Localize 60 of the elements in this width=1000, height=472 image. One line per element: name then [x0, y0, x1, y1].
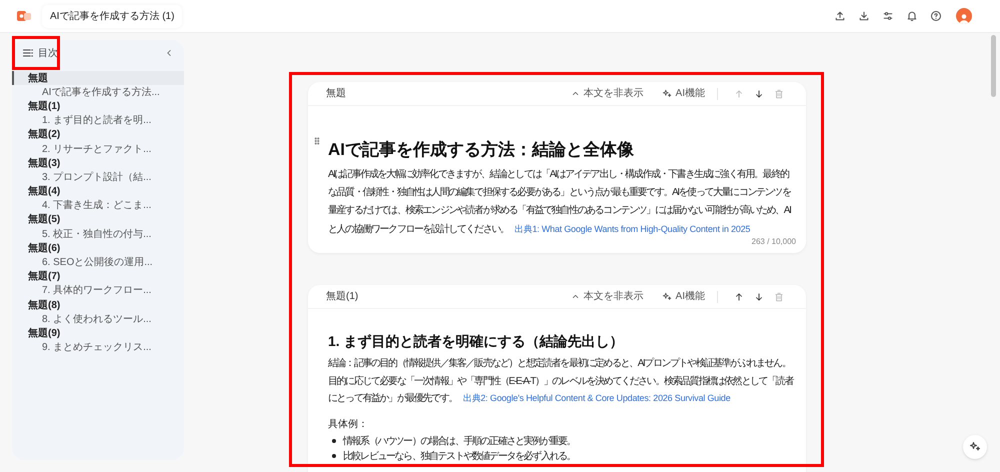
- list-item: 情報系（ハウツー）の場合は、手順の正確さと実例が重要。: [343, 434, 576, 448]
- list-icon: [22, 47, 34, 59]
- list-item: 比較レビューなら、独自テストや数値データを必ず入れる。: [343, 450, 576, 464]
- toc-item[interactable]: 無題(5): [12, 212, 184, 228]
- upload-icon[interactable]: [834, 10, 846, 22]
- toc-item[interactable]: 無題(9): [12, 326, 184, 341]
- section-name: 無題: [326, 87, 346, 101]
- toc-subitem[interactable]: 5. 校正・独自性の付与...: [12, 227, 184, 242]
- toc-subitem[interactable]: 3. プロンプト設計（結...: [12, 170, 184, 184]
- paragraph: AIは記事作成を大幅に効率化できますが、結論としては「AIはアイデア出し・構成作成・下書き生成に強く有用。最終的な品質・信頼性・独自性は人間の編集で担保する必要がある」という点が最も重要です。AIを使って大量にコンテンツを量産するだけでは、検索エンジンや読者が求める「有益で独自性のあるコンテンツ」には届かない可能性が高いため、AIと人の協働ワークフローを設計してください。 出典1: What Google Wants from High-Quality Content in 2025: [328, 168, 792, 237]
- toc-item[interactable]: 無題: [12, 71, 184, 86]
- toc-subitem[interactable]: 7. 具体的ワークフロー...: [12, 284, 184, 298]
- arrow-down-icon[interactable]: [754, 88, 764, 98]
- toc-subitem[interactable]: 6. SEOと公開後の運用...: [12, 255, 184, 270]
- toc-item[interactable]: 無題(3): [12, 156, 184, 170]
- paragraph: 具体例：: [328, 418, 369, 432]
- toc-item[interactable]: 無題(8): [12, 298, 184, 312]
- sparkle-icon: [662, 88, 672, 98]
- source-link[interactable]: 出典1: What Google Wants from High-Quality Content in 2025: [514, 224, 750, 234]
- sparkle-icon: [969, 441, 981, 453]
- bullet-icon: [332, 439, 336, 443]
- arrow-up-icon[interactable]: [734, 292, 744, 302]
- section-name: 無題(1): [326, 290, 358, 304]
- caret-up-icon: [570, 89, 580, 98]
- ai-button[interactable]: AI機能: [662, 289, 705, 304]
- document-title[interactable]: AIで記事を作成する方法 (1): [42, 4, 182, 28]
- toc-item[interactable]: 無題(7): [12, 270, 184, 284]
- download-icon[interactable]: [858, 10, 870, 22]
- avatar[interactable]: [956, 8, 972, 24]
- toc-subitem[interactable]: 2. リサーチとファクト...: [12, 142, 184, 156]
- drag-handle-icon[interactable]: [312, 136, 322, 146]
- hide-body-button[interactable]: 本文を非表示: [570, 289, 644, 304]
- section-heading: AIで記事を作成する方法：結論と全体像: [328, 139, 635, 161]
- sliders-icon[interactable]: [882, 10, 894, 22]
- caret-up-icon: [570, 292, 580, 301]
- ai-button[interactable]: AI機能: [662, 86, 705, 101]
- app-logo-icon: [16, 8, 32, 24]
- toc-item[interactable]: 無題(2): [12, 128, 184, 142]
- source-link[interactable]: 出典2: Google's Helpful Content & Core Updates: 2026 Survival Guide: [463, 393, 730, 403]
- toc-item[interactable]: 無題(1): [12, 99, 184, 114]
- bell-icon[interactable]: [906, 10, 918, 22]
- help-icon[interactable]: [930, 10, 942, 22]
- toc-item[interactable]: 無題(6): [12, 241, 184, 256]
- floating-ai-button[interactable]: [963, 435, 987, 459]
- scrollbar-thumb[interactable]: [991, 35, 996, 97]
- hide-body-button[interactable]: 本文を非表示: [570, 86, 644, 101]
- highlight-frame: [12, 36, 60, 70]
- toc-item[interactable]: 無題(4): [12, 184, 184, 199]
- toc-toggle[interactable]: 目次: [22, 46, 58, 60]
- toc-subitem[interactable]: 9. まとめチェックリス...: [12, 340, 184, 355]
- paragraph: 結論：記事の目的（情報提供／集客／販売など）と想定読者を最初に定めると、AIプロンプトや検証基準がぶれません。目的に応じて必要な「一次情報」や「専門性（E-E-A-T）」のレベルを決めてください。検索品質指標は依然として「読者にとって有益か」が最優先です。 出典2: Google's Helpful Content & Core Updates: 2026 Survival Guide: [328, 356, 794, 406]
- arrow-down-icon[interactable]: [754, 292, 764, 302]
- character-count: 263 / 10,000: [752, 237, 796, 247]
- toc-subitem[interactable]: AIで記事を作成する方法...: [12, 85, 184, 100]
- bullet-icon: [332, 454, 336, 458]
- section-heading: 1. まず目的と読者を明確にする（結論先出し）: [328, 332, 625, 352]
- sparkle-icon: [662, 292, 672, 302]
- toc-subitem[interactable]: 4. 下書き生成：どこま...: [12, 198, 184, 213]
- toc-subitem[interactable]: 8. よく使われるツール...: [12, 312, 184, 326]
- toc-subitem[interactable]: 1. まず目的と読者を明...: [12, 114, 184, 128]
